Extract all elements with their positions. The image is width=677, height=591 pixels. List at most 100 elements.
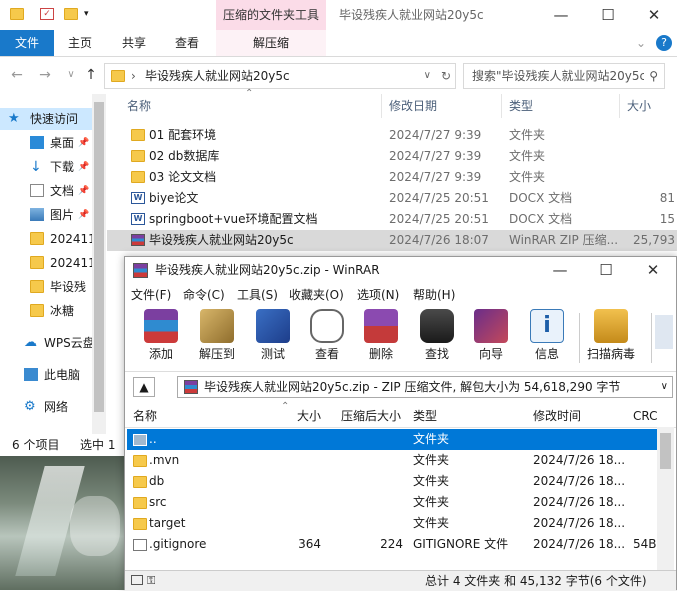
find-button[interactable]: 查找	[411, 309, 463, 365]
list-item[interactable]: W springboot+vue环境配置文档 2024/7/25 20:51 D…	[107, 209, 677, 230]
nav-item-pictures[interactable]: 图片 📌	[0, 204, 92, 226]
column-type[interactable]: 类型	[413, 405, 437, 427]
help-icon[interactable]: ?	[656, 35, 672, 51]
table-row[interactable]: .gitignore 364 224 GITIGNORE 文件 2024/7/2…	[127, 534, 657, 555]
nav-item-folder[interactable]: 202411	[0, 252, 92, 274]
add-button[interactable]: 添加	[135, 309, 187, 365]
folder-icon	[30, 304, 44, 317]
nav-item-this-pc[interactable]: 此电脑	[0, 364, 92, 386]
nav-item-network[interactable]: ⚙ 网络	[0, 396, 92, 418]
nav-item-wps-cloud[interactable]: ☁ WPS云盘	[0, 332, 92, 354]
column-size[interactable]: 大小	[297, 405, 321, 427]
winrar-minimize-button[interactable]: —	[537, 257, 583, 284]
column-date[interactable]: 修改日期	[389, 94, 437, 118]
winrar-scrollbar[interactable]	[657, 427, 674, 572]
winrar-close-button[interactable]: ✕	[630, 257, 676, 284]
table-row[interactable]: .mvn 文件夹 2024/7/26 18...	[127, 450, 657, 471]
winrar-path-row: ▲ 毕设残疾人就业网站20y5c.zip - ZIP 压缩文件, 解包大小为 5…	[125, 371, 676, 402]
minimize-button[interactable]: —	[538, 0, 584, 30]
nav-item-folder[interactable]: 冰糖	[0, 300, 92, 322]
list-item-selected[interactable]: 毕设残疾人就业网站20y5c 2024/7/26 18:07 WinRAR ZI…	[107, 230, 677, 251]
list-item[interactable]: 01 配套环境 2024/7/27 9:39 文件夹	[107, 125, 677, 146]
column-name[interactable]: 名称	[133, 405, 157, 427]
folder-icon	[133, 455, 147, 467]
address-bar[interactable]: › 毕设残疾人就业网站20y5c ∨ ↻	[104, 63, 456, 89]
test-button[interactable]: 测试	[247, 309, 299, 365]
folder-icon	[131, 129, 145, 141]
delete-button[interactable]: 删除	[355, 309, 407, 365]
explorer-title-bar: ✓ ▾ 压缩的文件夹工具 毕设残疾人就业网站20y5c — ☐ ✕	[0, 0, 677, 30]
tab-share[interactable]: 共享	[122, 30, 146, 56]
menu-tools[interactable]: 工具(S)	[237, 285, 278, 305]
key-icon[interactable]: ⚿	[147, 571, 155, 591]
tab-extract[interactable]: 解压缩	[216, 30, 326, 56]
list-item[interactable]: 02 db数据库 2024/7/27 9:39 文件夹	[107, 146, 677, 167]
recent-locations-icon[interactable]: ∨	[62, 65, 80, 85]
column-packed-size[interactable]: 压缩后大小	[341, 405, 401, 427]
maximize-button[interactable]: ☐	[585, 0, 631, 30]
drive-icon[interactable]	[131, 575, 143, 585]
properties-icon[interactable]: ✓	[40, 8, 54, 20]
tab-file[interactable]: 文件	[0, 30, 54, 56]
address-row: ← → ∨ ↑ › 毕设残疾人就业网站20y5c ∨ ↻ 搜索"毕设残疾人就业网…	[0, 60, 677, 90]
scrollbar-thumb[interactable]	[660, 433, 671, 469]
column-crc[interactable]: CRC	[633, 405, 658, 427]
path-dropdown-icon[interactable]: ∨	[661, 377, 668, 397]
table-row[interactable]: src 文件夹 2024/7/26 18...	[127, 492, 657, 513]
view-button[interactable]: 查看	[301, 309, 353, 365]
folder-icon	[30, 232, 44, 245]
customize-toolbar-icon[interactable]: ▾	[84, 8, 98, 20]
nav-scrollbar[interactable]	[92, 94, 106, 434]
column-modified[interactable]: 修改时间	[533, 405, 581, 427]
nav-item-quick-access[interactable]: ★ 快速访问	[0, 108, 92, 130]
winrar-menu-bar: 文件(F) 命令(C) 工具(S) 收藏夹(O) 选项(N) 帮助(H)	[125, 285, 676, 305]
up-arrow-icon[interactable]: ↑	[82, 65, 100, 85]
new-folder-icon[interactable]	[64, 8, 78, 20]
nav-item-folder[interactable]: 毕设残	[0, 276, 92, 298]
column-size[interactable]: 大小	[627, 94, 651, 118]
table-row[interactable]: db 文件夹 2024/7/26 18...	[127, 471, 657, 492]
refresh-icon[interactable]: ↻	[441, 64, 451, 88]
nav-item-folder[interactable]: 202411	[0, 228, 92, 250]
menu-help[interactable]: 帮助(H)	[413, 285, 455, 305]
up-folder-button[interactable]: ▲	[133, 377, 155, 397]
toolbar-overflow-icon[interactable]	[655, 315, 673, 349]
winrar-path-box[interactable]: 毕设残疾人就业网站20y5c.zip - ZIP 压缩文件, 解包大小为 54,…	[177, 376, 673, 398]
file-icon	[133, 539, 147, 551]
folder-icon	[30, 280, 44, 293]
list-item[interactable]: W biye论文 2024/7/25 20:51 DOCX 文档 81	[107, 188, 677, 209]
list-item[interactable]: 03 论文文档 2024/7/27 9:39 文件夹	[107, 167, 677, 188]
nav-item-desktop[interactable]: 桌面 📌	[0, 132, 92, 154]
table-row[interactable]: target 文件夹 2024/7/26 18...	[127, 513, 657, 534]
close-button[interactable]: ✕	[631, 0, 677, 30]
tab-home[interactable]: 主页	[68, 30, 92, 56]
winrar-window-title: 毕设残疾人就业网站20y5c.zip - WinRAR	[155, 263, 380, 277]
menu-commands[interactable]: 命令(C)	[183, 285, 225, 305]
forward-arrow-icon[interactable]: →	[36, 65, 54, 85]
winrar-status-bar: ⚿ 总计 4 文件夹 和 45,132 字节(6 个文件)	[125, 570, 676, 591]
menu-options[interactable]: 选项(N)	[357, 285, 399, 305]
pin-icon: 📌	[78, 138, 90, 148]
desktop-icon	[30, 136, 44, 149]
nav-item-documents[interactable]: 文档 📌	[0, 180, 92, 202]
pin-icon: 📌	[78, 210, 90, 220]
menu-favorites[interactable]: 收藏夹(O)	[289, 285, 344, 305]
column-type[interactable]: 类型	[509, 94, 533, 118]
collapse-ribbon-icon[interactable]: ⌄	[636, 30, 646, 56]
info-button[interactable]: i 信息	[521, 309, 573, 365]
nav-item-downloads[interactable]: ↓ 下载 📌	[0, 156, 92, 178]
back-arrow-icon[interactable]: ←	[8, 65, 26, 85]
wizard-button[interactable]: 向导	[465, 309, 517, 365]
address-dropdown-icon[interactable]: ∨	[424, 64, 431, 88]
menu-file[interactable]: 文件(F)	[131, 285, 171, 305]
tab-view[interactable]: 查看	[175, 30, 199, 56]
extract-to-button[interactable]: 解压到	[191, 309, 243, 365]
table-row-selected[interactable]: .. 文件夹	[127, 429, 657, 450]
search-input[interactable]: 搜索"毕设残疾人就业网站20y5c" ⚲	[463, 63, 665, 89]
column-name[interactable]: 名称	[127, 94, 151, 118]
scrollbar-thumb[interactable]	[94, 102, 104, 412]
winrar-maximize-button[interactable]: ☐	[583, 257, 629, 284]
scan-virus-button[interactable]: 扫描病毒	[585, 309, 637, 365]
star-icon: ★	[8, 111, 20, 126]
computer-icon	[24, 368, 38, 381]
